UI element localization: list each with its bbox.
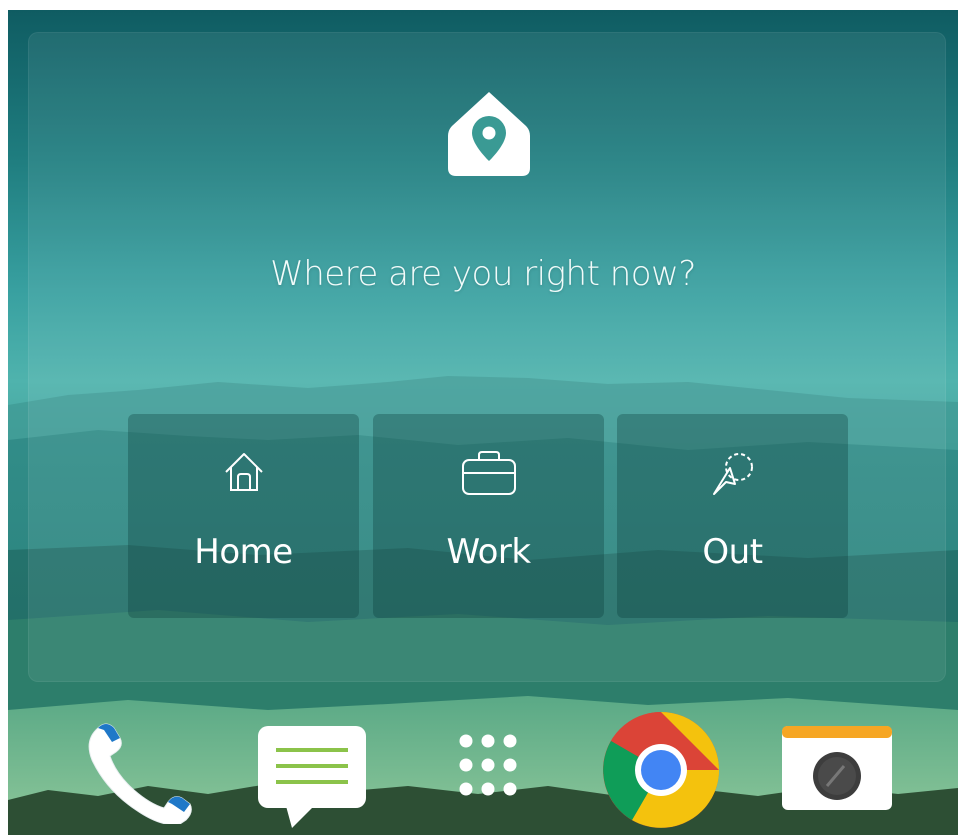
location-work-label: Work (446, 532, 531, 572)
home-icon (224, 453, 263, 491)
chrome-icon[interactable] (601, 710, 721, 830)
home-screen: Where are you right now? Home Work Out (8, 10, 958, 835)
message-icon[interactable] (256, 722, 368, 832)
location-work-button[interactable]: Work (373, 414, 604, 618)
location-home-logo-icon (448, 92, 530, 176)
location-out-button[interactable]: Out (617, 414, 848, 618)
location-out-label: Out (702, 532, 763, 572)
navigation-arrow-icon (712, 453, 753, 495)
camera-icon[interactable] (780, 724, 894, 812)
location-question: Where are you right now? (270, 254, 696, 294)
briefcase-icon (461, 451, 516, 495)
phone-icon[interactable] (76, 716, 194, 824)
app-drawer-icon[interactable] (448, 727, 528, 807)
location-home-button[interactable]: Home (128, 414, 359, 618)
location-home-label: Home (194, 532, 293, 572)
